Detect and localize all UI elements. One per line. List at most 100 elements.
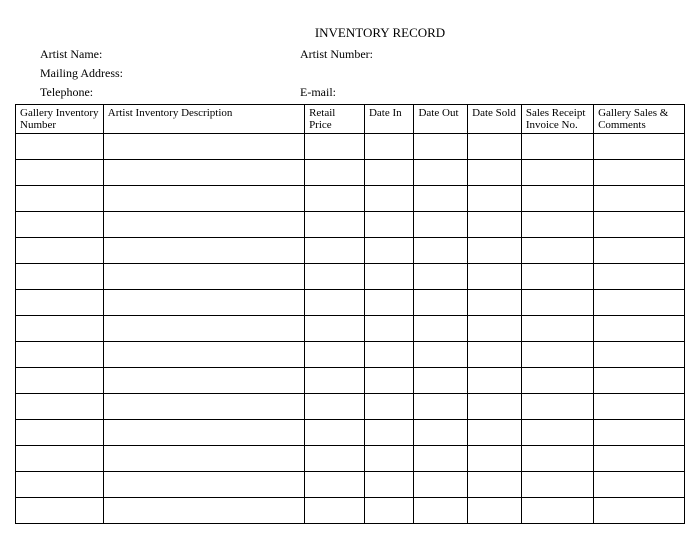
table-cell — [594, 264, 685, 290]
table-cell — [594, 212, 685, 238]
table-cell — [468, 316, 522, 342]
table-cell — [16, 394, 104, 420]
table-cell — [468, 420, 522, 446]
table-cell — [103, 134, 304, 160]
table-cell — [305, 316, 365, 342]
table-cell — [103, 342, 304, 368]
table-cell — [16, 134, 104, 160]
col-sales-receipt-invoice: Sales Receipt Invoice No. — [521, 105, 593, 134]
table-row — [16, 420, 685, 446]
page-title: INVENTORY RECORD — [75, 25, 685, 41]
table-cell — [103, 160, 304, 186]
table-cell — [414, 212, 468, 238]
table-cell — [16, 316, 104, 342]
table-cell — [305, 134, 365, 160]
table-row — [16, 472, 685, 498]
table-cell — [364, 498, 414, 524]
table-cell — [594, 134, 685, 160]
table-cell — [364, 342, 414, 368]
table-row — [16, 134, 685, 160]
table-cell — [521, 238, 593, 264]
table-cell — [521, 420, 593, 446]
table-cell — [414, 186, 468, 212]
table-cell — [594, 290, 685, 316]
table-cell — [521, 446, 593, 472]
email-label: E-mail: — [300, 85, 685, 100]
table-cell — [103, 316, 304, 342]
table-cell — [468, 342, 522, 368]
table-row — [16, 160, 685, 186]
table-cell — [16, 342, 104, 368]
table-cell — [103, 394, 304, 420]
col-retail-price: Retail Price — [305, 105, 365, 134]
table-cell — [414, 264, 468, 290]
table-cell — [16, 290, 104, 316]
table-cell — [305, 160, 365, 186]
table-cell — [103, 290, 304, 316]
table-cell — [305, 446, 365, 472]
table-cell — [414, 446, 468, 472]
table-cell — [364, 186, 414, 212]
table-cell — [16, 238, 104, 264]
table-cell — [364, 316, 414, 342]
table-cell — [521, 134, 593, 160]
table-cell — [16, 498, 104, 524]
table-cell — [468, 290, 522, 316]
table-cell — [414, 472, 468, 498]
table-cell — [468, 264, 522, 290]
table-cell — [364, 212, 414, 238]
table-cell — [305, 264, 365, 290]
table-cell — [521, 186, 593, 212]
inventory-table: Gallery Inventory Number Artist Inventor… — [15, 104, 685, 524]
col-gallery-sales-comments: Gallery Sales & Comments — [594, 105, 685, 134]
table-cell — [364, 394, 414, 420]
table-cell — [468, 212, 522, 238]
table-cell — [521, 316, 593, 342]
table-cell — [414, 316, 468, 342]
table-cell — [364, 420, 414, 446]
table-row — [16, 368, 685, 394]
table-cell — [305, 472, 365, 498]
table-cell — [468, 446, 522, 472]
table-cell — [103, 264, 304, 290]
table-cell — [16, 264, 104, 290]
table-cell — [103, 446, 304, 472]
table-cell — [468, 160, 522, 186]
table-cell — [594, 316, 685, 342]
table-cell — [305, 342, 365, 368]
table-cell — [594, 342, 685, 368]
table-cell — [521, 342, 593, 368]
table-cell — [594, 238, 685, 264]
table-cell — [16, 368, 104, 394]
table-row — [16, 446, 685, 472]
table-cell — [305, 394, 365, 420]
table-cell — [414, 394, 468, 420]
table-cell — [468, 498, 522, 524]
table-cell — [305, 498, 365, 524]
table-cell — [364, 472, 414, 498]
table-cell — [364, 134, 414, 160]
table-cell — [521, 394, 593, 420]
table-cell — [103, 212, 304, 238]
table-cell — [414, 342, 468, 368]
table-cell — [468, 186, 522, 212]
table-cell — [364, 264, 414, 290]
table-cell — [414, 238, 468, 264]
table-cell — [103, 186, 304, 212]
table-cell — [103, 368, 304, 394]
table-cell — [414, 134, 468, 160]
table-cell — [103, 420, 304, 446]
table-cell — [305, 212, 365, 238]
col-gallery-inventory-number: Gallery Inventory Number — [16, 105, 104, 134]
table-cell — [305, 420, 365, 446]
table-cell — [468, 238, 522, 264]
table-cell — [594, 472, 685, 498]
table-cell — [521, 160, 593, 186]
table-cell — [305, 186, 365, 212]
table-cell — [594, 368, 685, 394]
table-cell — [594, 420, 685, 446]
table-cell — [468, 368, 522, 394]
table-cell — [305, 368, 365, 394]
table-cell — [16, 420, 104, 446]
table-cell — [594, 446, 685, 472]
